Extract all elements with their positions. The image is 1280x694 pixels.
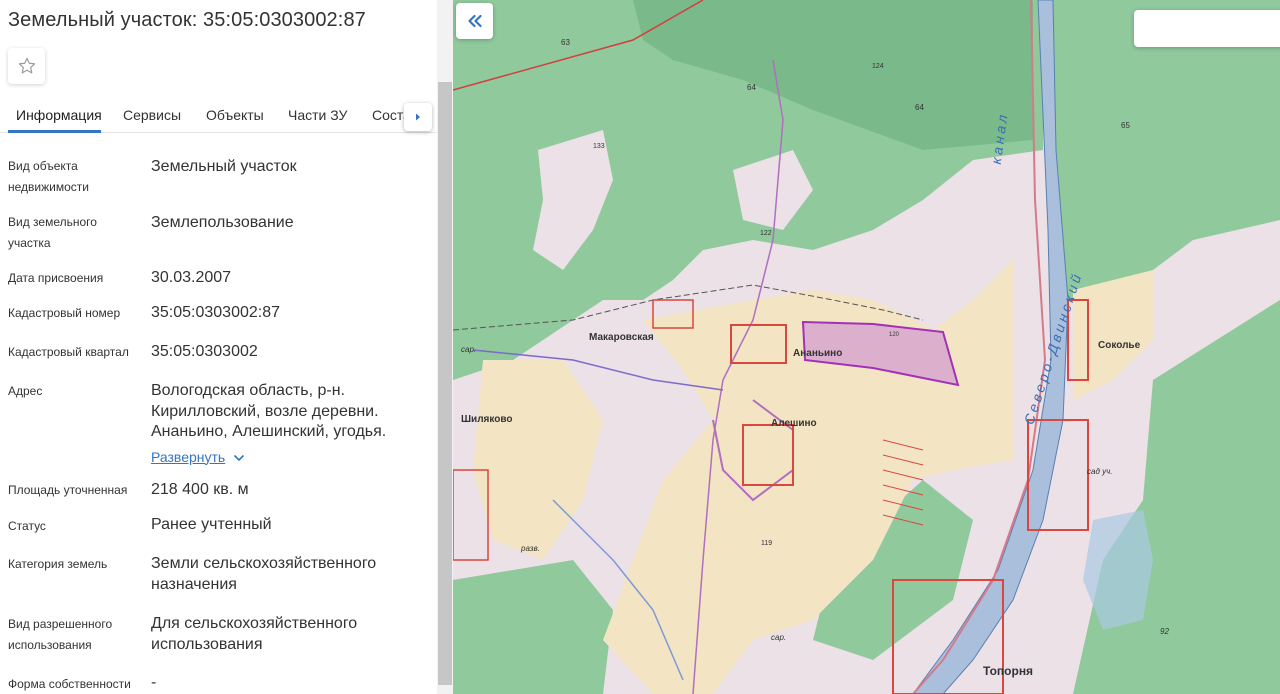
info-label: Дата присвоения xyxy=(8,271,104,285)
map-place-label: Шиляково xyxy=(461,414,513,425)
chevron-right-icon xyxy=(416,113,420,121)
tab-parts[interactable]: Части ЗУ xyxy=(288,107,347,123)
info-value: Земельный участок xyxy=(151,158,297,175)
map-small-label: 124 xyxy=(872,63,884,70)
tab-services[interactable]: Сервисы xyxy=(123,107,181,123)
map-small-label: сад уч. xyxy=(1087,467,1113,476)
info-value: 35:05:0303002 xyxy=(151,343,258,360)
panel-scrollbar[interactable] xyxy=(437,0,453,694)
info-value: - xyxy=(151,674,157,691)
map-canvas[interactable] xyxy=(453,0,1280,694)
address-value-block: Вологодская область, р-н. Кирилловский, … xyxy=(151,381,431,468)
info-label: Категория земель xyxy=(8,557,108,571)
double-chevron-left-icon xyxy=(467,14,482,28)
info-value: Землепользование xyxy=(151,214,294,231)
scrollbar-thumb[interactable] xyxy=(438,82,452,685)
map-place-label: Макаровская xyxy=(589,332,654,343)
info-label: Форма собственности xyxy=(8,677,131,691)
map-small-label: разв. xyxy=(521,544,540,553)
map-small-label: сар. xyxy=(461,345,477,354)
map-small-label: 63 xyxy=(561,38,570,47)
collapse-panel-button[interactable] xyxy=(456,3,493,39)
tabs-scroll-right-button[interactable] xyxy=(404,103,432,131)
map-place-label: Топорня xyxy=(983,664,1034,678)
map-place-label: Ананьино xyxy=(793,348,843,359)
info-value: Вологодская область, р-н. Кирилловский, … xyxy=(151,382,387,440)
map-small-label: 120 xyxy=(889,332,900,338)
tab-objects[interactable]: Объекты xyxy=(206,107,264,123)
info-label: Вид земельного участка xyxy=(8,215,97,250)
info-label: Статус xyxy=(8,519,46,533)
map-small-label: 92 xyxy=(1160,627,1169,636)
cadastral-map[interactable]: Макаровская Ананьино Алешино Шиляково Со… xyxy=(453,0,1280,694)
map-small-label: 119 xyxy=(761,540,773,547)
info-label: Адрес xyxy=(8,384,43,398)
forest-area xyxy=(453,560,613,694)
map-small-label: 65 xyxy=(1121,121,1130,130)
info-value: 218 400 кв. м xyxy=(151,481,249,498)
favorite-button[interactable] xyxy=(8,48,45,84)
map-search-input[interactable] xyxy=(1134,10,1280,47)
map-small-label: 133 xyxy=(593,143,605,150)
map-small-label: 64 xyxy=(747,83,756,92)
map-place-label: Алешино xyxy=(771,418,817,429)
expand-address-link[interactable]: Развернуть xyxy=(151,447,245,468)
info-label: Кадастровый квартал xyxy=(8,345,129,359)
page-title: Земельный участок: 35:05:0303002:87 xyxy=(8,9,366,31)
tab-bar: Информация Сервисы Объекты Части ЗУ Сост… xyxy=(0,97,437,133)
info-value: Земли сельскохозяйственного назначения xyxy=(151,555,377,593)
info-value: 30.03.2007 xyxy=(151,269,232,286)
map-small-label: 64 xyxy=(915,103,924,112)
info-label: Вид разрешенного использования xyxy=(8,617,113,652)
expand-link-label: Развернуть xyxy=(151,448,226,465)
map-small-label: 122 xyxy=(760,230,772,237)
info-label: Площадь уточненная xyxy=(8,483,128,497)
active-tab-indicator xyxy=(8,130,101,133)
info-label: Кадастровый номер xyxy=(8,306,121,320)
tab-information[interactable]: Информация xyxy=(16,107,102,123)
info-value: Ранее учтенный xyxy=(151,516,272,533)
chevron-down-icon xyxy=(234,454,245,461)
map-place-label: Сокольe xyxy=(1098,340,1141,351)
info-label: Вид объекта недвижимости xyxy=(8,159,89,194)
star-outline-icon xyxy=(18,57,35,74)
info-panel-content: Земельный участок: 35:05:0303002:87 Инфо… xyxy=(0,0,437,694)
map-small-label: сар. xyxy=(771,633,787,642)
info-panel: Земельный участок: 35:05:0303002:87 Инфо… xyxy=(0,0,453,694)
info-value: 35:05:0303002:87 xyxy=(151,304,281,321)
info-value: Для сельскохозяйственного использования xyxy=(151,615,358,653)
